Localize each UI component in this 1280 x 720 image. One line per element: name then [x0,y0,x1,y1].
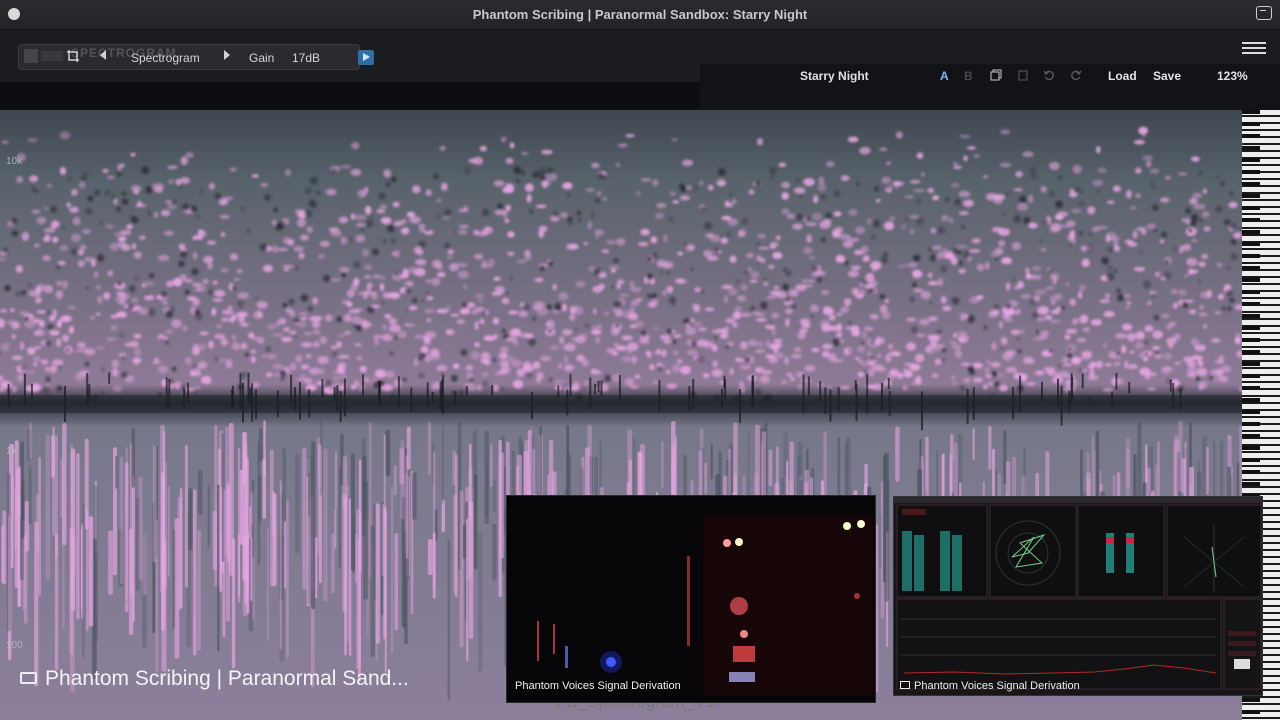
save-button[interactable]: Save [1153,69,1181,83]
camera-feed-image [507,496,875,702]
gain-label: Gain [249,51,275,65]
camera-caption: Phantom Voices Signal Derivation [515,680,681,692]
load-button[interactable]: Load [1108,69,1137,83]
module-logo-icon [24,49,63,63]
app-root: Phantom Scribing | Paranormal Sandbox: S… [0,0,1280,720]
freq-label-100: 100 [6,640,23,651]
paste-icon[interactable] [1017,69,1029,81]
window-title: Phantom Scribing | Paranormal Sandbox: S… [472,7,808,22]
hamburger-menu-icon[interactable] [1242,42,1266,54]
freq-label-10k: 10k [6,156,23,167]
freq-label-1k: 1k [6,446,17,457]
module-name[interactable]: Spectrogram [131,51,200,65]
preset-name[interactable]: Starry Night [800,69,869,83]
gain-value[interactable]: 17dB [292,51,320,65]
next-module-icon[interactable] [219,49,235,65]
monitor-icon [20,672,37,684]
meter-caption-text: Phantom Voices Signal Derivation [914,680,1080,692]
meter-analyzer-window[interactable]: Phantom Voices Signal Derivation [893,496,1263,696]
module-selector-panel: SPECTROGRAM Spectrogram Gain 17dB [18,44,374,70]
ab-compare-b-button[interactable]: B [964,69,973,83]
camera-feed-window[interactable]: Phantom Voices Signal Derivation [506,495,876,703]
ab-compare-a-button[interactable]: A [940,69,949,83]
monitor-icon [900,681,910,689]
title-bar: Phantom Scribing | Paranormal Sandbox: S… [0,0,1280,30]
stream-title-caption: Phantom Scribing | Paranormal Sand... [20,667,409,691]
play-button[interactable] [358,50,374,65]
prev-module-icon[interactable] [95,49,111,65]
stream-title-text: Phantom Scribing | Paranormal Sand... [45,667,409,690]
zoom-level[interactable]: 123% [1217,69,1248,83]
crop-icon[interactable] [65,49,81,65]
undo-icon[interactable] [1043,69,1055,81]
redo-icon[interactable] [1070,69,1082,81]
copy-icon[interactable] [990,69,1002,81]
meter-caption: Phantom Voices Signal Derivation [900,680,1080,692]
window-expand-icon[interactable] [1256,6,1272,20]
meter-analyzer-image [894,497,1262,695]
